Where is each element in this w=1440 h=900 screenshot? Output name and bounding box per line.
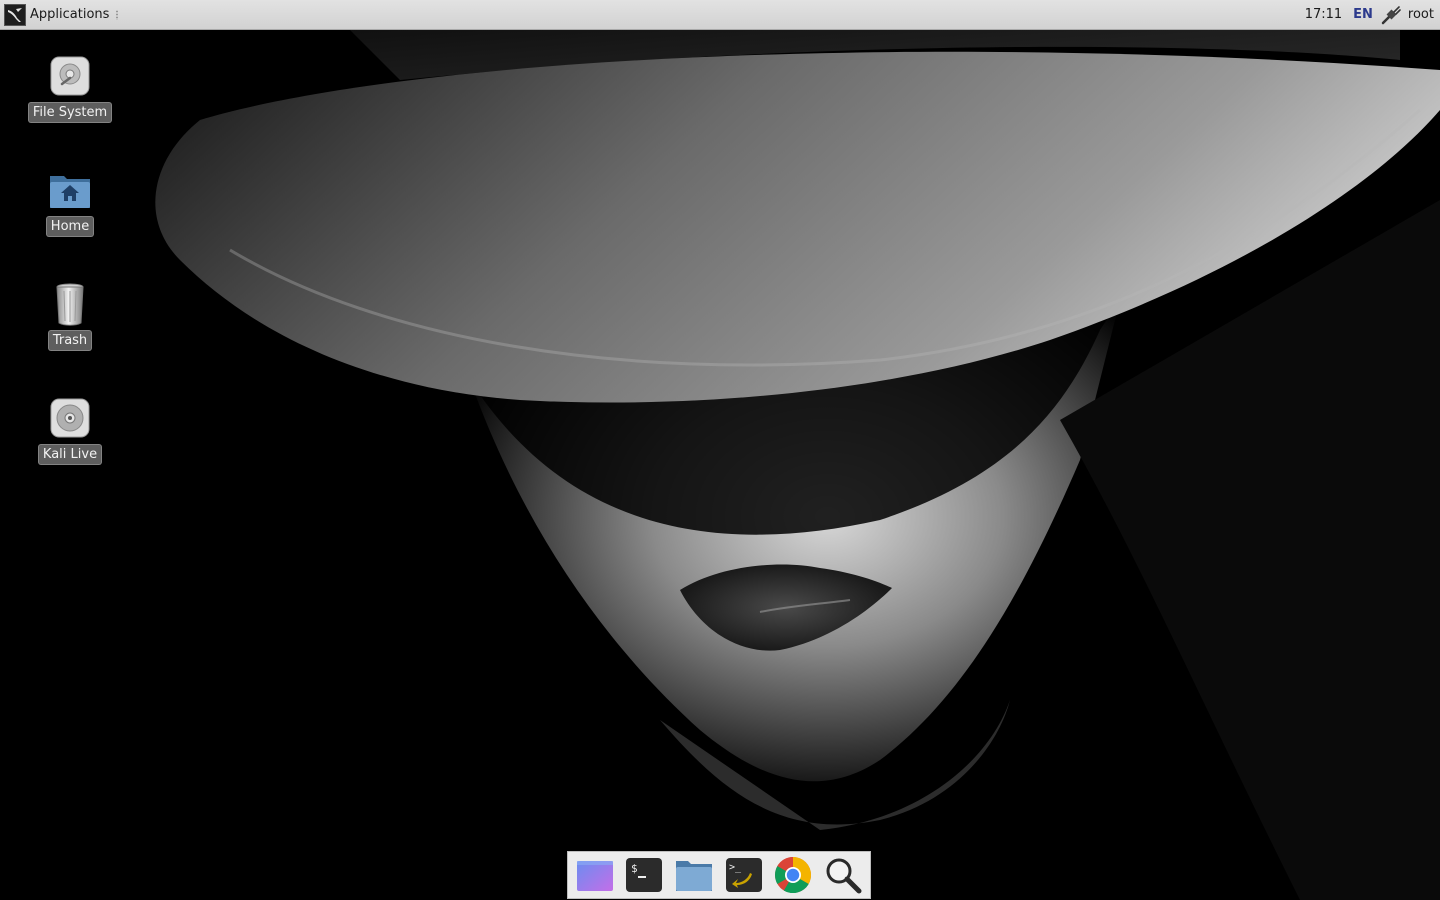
home-folder-icon (48, 168, 92, 212)
svg-text:>_: >_ (729, 862, 742, 873)
desktop-icon-label: Trash (47, 330, 93, 351)
wallpaper-image (0, 0, 1440, 900)
file-manager-icon[interactable] (674, 855, 714, 895)
panel-handle-icon[interactable] (115, 9, 120, 20)
keyboard-layout-indicator[interactable]: EN (1350, 7, 1376, 22)
desktop-icon-label: Kali Live (37, 444, 103, 465)
clock[interactable]: 17:11 (1297, 7, 1350, 22)
desktop-icon-home[interactable]: Home (25, 168, 115, 237)
user-menu[interactable]: root (1406, 7, 1440, 22)
hard-drive-icon (48, 54, 92, 98)
root-terminal-icon[interactable]: >_ (724, 855, 764, 895)
desktop-icon-trash[interactable]: Trash (25, 282, 115, 351)
dock: $ >_ (567, 851, 871, 899)
desktop-icon-file-system[interactable]: File System (25, 54, 115, 123)
applications-label: Applications (30, 7, 110, 22)
svg-text:$: $ (631, 862, 638, 875)
desktop-icon-label: Home (45, 216, 95, 237)
desktop-wallpaper[interactable] (0, 0, 1440, 900)
search-icon[interactable] (823, 855, 863, 895)
network-cable-icon[interactable] (1380, 4, 1402, 26)
show-desktop-icon[interactable] (575, 855, 615, 895)
chrome-icon[interactable] (773, 855, 813, 895)
top-panel: Applications 17:11 EN root (0, 0, 1440, 30)
desktop-icon-label: File System (27, 102, 113, 123)
trash-icon (48, 282, 92, 326)
desktop-icon-kali-live[interactable]: Kali Live (25, 396, 115, 465)
terminal-icon[interactable]: $ (624, 855, 664, 895)
kali-dragon-icon (4, 3, 26, 26)
applications-menu-button[interactable]: Applications (0, 0, 125, 29)
optical-disc-icon (48, 396, 92, 440)
